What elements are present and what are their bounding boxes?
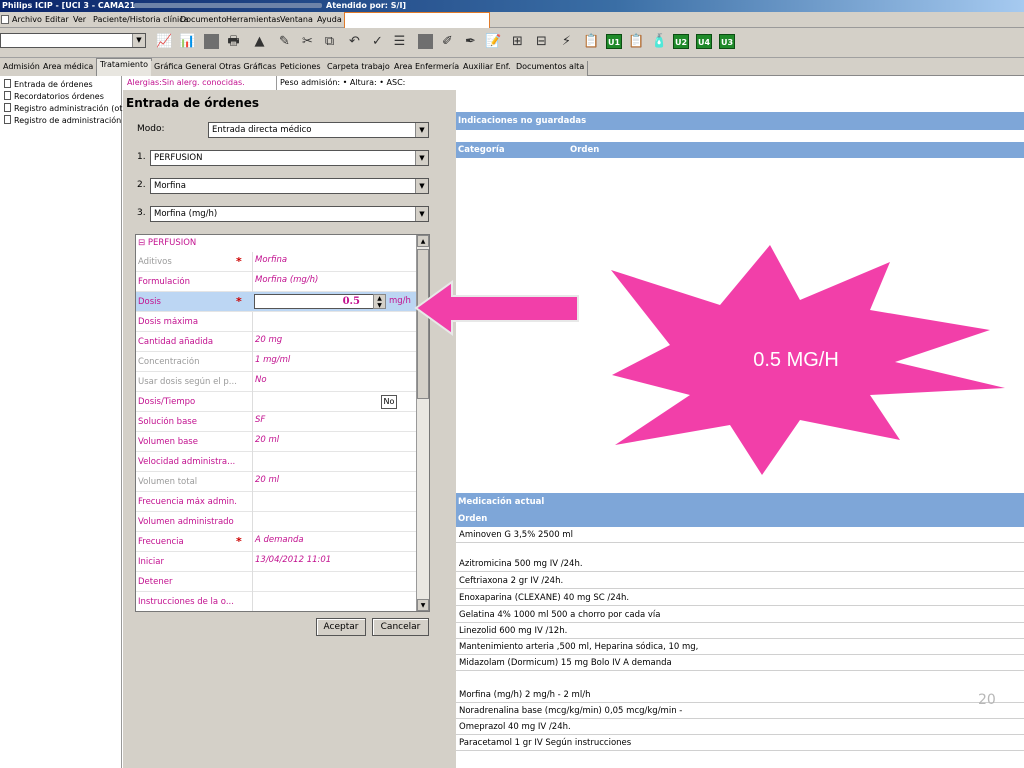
pink-arrow — [414, 280, 579, 336]
callout-text: 0.5 MG/H — [753, 349, 839, 371]
slide-number: 20 — [978, 692, 996, 708]
annotation-overlay: 0.5 MG/H — [414, 245, 1005, 475]
